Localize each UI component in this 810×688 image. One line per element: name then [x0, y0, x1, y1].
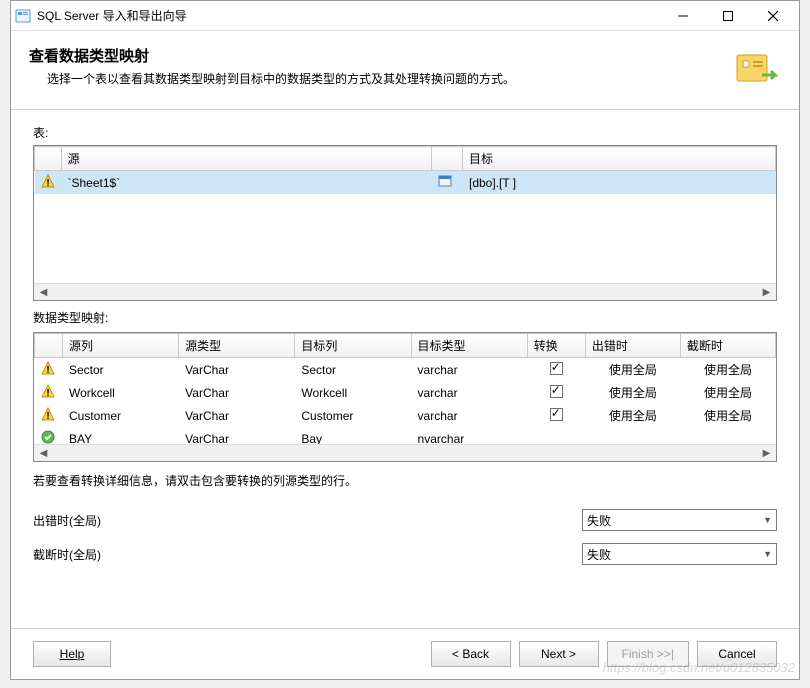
wizard-header: 查看数据类型映射 选择一个表以查看其数据类型映射到目标中的数据类型的方式及其处理… [11, 31, 799, 110]
table-row[interactable]: !WorkcellVarCharWorkcellvarchar使用全局使用全局 [35, 381, 776, 404]
target-type-cell: nvarchar [411, 427, 527, 444]
hint-text: 若要查看转换详细信息，请双击包含要转换的列源类型的行。 [33, 472, 777, 489]
table-icon [438, 174, 452, 191]
scrollbar-horizontal[interactable]: ◀ ▶ [34, 283, 776, 300]
col-target-col[interactable]: 目标列 [295, 334, 411, 358]
target-col-cell: Sector [295, 358, 411, 382]
warning-icon: ! [41, 174, 55, 191]
on-error-cell [585, 427, 680, 444]
col-source-col[interactable]: 源列 [62, 334, 178, 358]
on-error-global-value: 失败 [587, 512, 611, 529]
on-error-cell: 使用全局 [585, 404, 680, 427]
scroll-left-icon[interactable]: ◀ [36, 447, 51, 460]
svg-text:!: ! [47, 411, 50, 421]
on-truncate-global-select[interactable]: 失败 ▼ [582, 543, 777, 565]
tables-label: 表: [33, 124, 777, 141]
checkbox-checked[interactable] [550, 385, 563, 398]
wizard-icon [725, 45, 781, 101]
target-col-cell: Workcell [295, 381, 411, 404]
watermark: https://blog.csdn.net/u012835032 [603, 660, 795, 675]
warning-icon: ! [41, 384, 55, 401]
col-source-type[interactable]: 源类型 [179, 334, 295, 358]
table-row[interactable]: ! `Sheet1$` [dbo].[T [35, 171, 776, 195]
mapping-label: 数据类型映射: [33, 309, 777, 326]
source-type-cell: VarChar [179, 381, 295, 404]
target-type-cell: varchar [411, 358, 527, 382]
scroll-right-icon[interactable]: ▶ [759, 447, 774, 460]
back-button[interactable]: < Back [431, 641, 511, 667]
on-truncate-global-label: 截断时(全局) [33, 546, 333, 563]
svg-text:!: ! [47, 388, 50, 398]
close-button[interactable] [750, 2, 795, 30]
chevron-down-icon: ▼ [763, 549, 772, 559]
col-status-icon [35, 334, 63, 358]
source-col-cell: BAY [62, 427, 178, 444]
checkbox-checked[interactable] [550, 408, 563, 421]
mapping-grid[interactable]: 源列 源类型 目标列 目标类型 转换 出错时 截断时 !SectorVarCha… [33, 332, 777, 462]
col-target-icon [432, 147, 463, 171]
on-truncate-cell [680, 427, 775, 444]
col-on-error[interactable]: 出错时 [585, 334, 680, 358]
chevron-down-icon: ▼ [763, 515, 772, 525]
app-icon [15, 8, 31, 24]
target-type-cell: varchar [411, 381, 527, 404]
page-title: 查看数据类型映射 [29, 45, 725, 66]
source-type-cell: VarChar [179, 358, 295, 382]
table-row[interactable]: !CustomerVarCharCustomervarchar使用全局使用全局 [35, 404, 776, 427]
warning-icon: ! [41, 361, 55, 378]
on-truncate-cell: 使用全局 [680, 381, 775, 404]
table-row[interactable]: BAYVarCharBaynvarchar [35, 427, 776, 444]
checkbox-checked[interactable] [550, 362, 563, 375]
col-on-truncate[interactable]: 截断时 [680, 334, 775, 358]
table-row[interactable]: !SectorVarCharSectorvarchar使用全局使用全局 [35, 358, 776, 382]
convert-cell[interactable] [527, 404, 585, 427]
source-cell: `Sheet1$` [61, 171, 432, 195]
tables-grid[interactable]: 源 目标 ! [33, 145, 777, 301]
col-target-type[interactable]: 目标类型 [411, 334, 527, 358]
scrollbar-horizontal[interactable]: ◀ ▶ [34, 444, 776, 461]
convert-cell[interactable] [527, 427, 585, 444]
col-source[interactable]: 源 [61, 147, 432, 171]
warning-icon: ! [41, 407, 55, 424]
target-col-cell: Bay [295, 427, 411, 444]
on-error-cell: 使用全局 [585, 358, 680, 382]
source-col-cell: Customer [62, 404, 178, 427]
target-type-cell: varchar [411, 404, 527, 427]
on-error-global-label: 出错时(全局) [33, 512, 333, 529]
on-truncate-cell: 使用全局 [680, 404, 775, 427]
col-convert[interactable]: 转换 [527, 334, 585, 358]
target-cell: [dbo].[T ] [463, 171, 776, 195]
on-error-cell: 使用全局 [585, 381, 680, 404]
scroll-left-icon[interactable]: ◀ [36, 286, 51, 299]
svg-text:!: ! [46, 178, 49, 188]
on-truncate-global-value: 失败 [587, 546, 611, 563]
col-icon [35, 147, 62, 171]
scroll-right-icon[interactable]: ▶ [759, 286, 774, 299]
next-button[interactable]: Next > [519, 641, 599, 667]
help-button[interactable]: Help [33, 641, 111, 667]
success-icon [41, 430, 55, 444]
minimize-button[interactable] [660, 2, 705, 30]
col-target[interactable]: 目标 [463, 147, 776, 171]
maximize-button[interactable] [705, 2, 750, 30]
convert-cell[interactable] [527, 381, 585, 404]
source-type-cell: VarChar [179, 427, 295, 444]
page-description: 选择一个表以查看其数据类型映射到目标中的数据类型的方式及其处理转换问题的方式。 [29, 70, 725, 87]
convert-cell[interactable] [527, 358, 585, 382]
on-truncate-cell: 使用全局 [680, 358, 775, 382]
on-error-global-select[interactable]: 失败 ▼ [582, 509, 777, 531]
svg-text:!: ! [47, 365, 50, 375]
titlebar[interactable]: SQL Server 导入和导出向导 [11, 1, 799, 31]
source-type-cell: VarChar [179, 404, 295, 427]
window-title: SQL Server 导入和导出向导 [37, 7, 660, 24]
source-col-cell: Sector [62, 358, 178, 382]
target-col-cell: Customer [295, 404, 411, 427]
source-col-cell: Workcell [62, 381, 178, 404]
